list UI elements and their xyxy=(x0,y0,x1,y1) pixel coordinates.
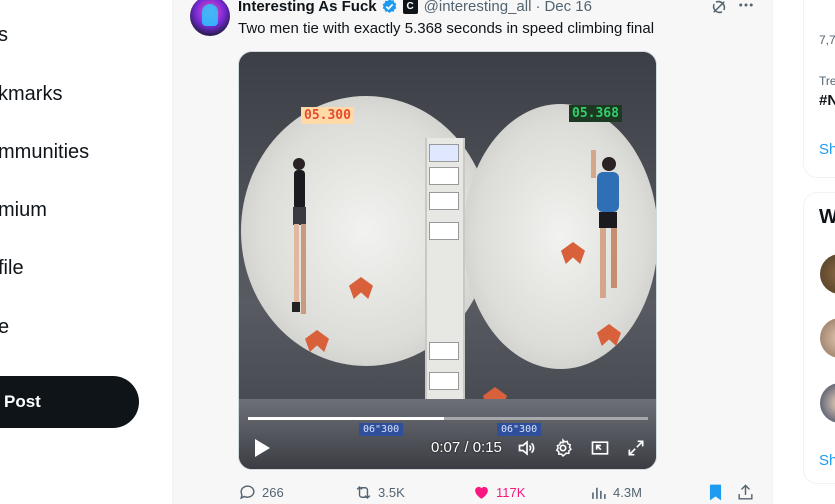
nav-item-profile[interactable]: file xyxy=(0,257,24,280)
post-button[interactable]: Post xyxy=(0,376,139,428)
video-climber-left xyxy=(292,158,306,314)
settings-gear-icon[interactable] xyxy=(553,438,573,458)
repost-icon xyxy=(356,485,371,500)
trend-hashtag[interactable]: #N xyxy=(819,92,835,109)
bookmark-button[interactable] xyxy=(707,483,729,502)
trend-category: Tre xyxy=(819,74,835,88)
show-more-link[interactable]: Sh xyxy=(819,452,835,469)
volume-icon[interactable] xyxy=(517,438,537,458)
picture-in-picture-icon[interactable] xyxy=(590,438,610,458)
nav-item-communities[interactable]: mmunities xyxy=(0,141,89,164)
bookmark-icon xyxy=(709,484,722,501)
analytics-icon xyxy=(592,487,606,499)
share-icon xyxy=(738,484,753,500)
affiliate-badge-icon: C xyxy=(402,0,418,14)
video-scoreboard: 06"300 06"300 xyxy=(239,399,656,469)
scoreboard-right-time: 06"300 xyxy=(497,423,542,436)
video-panel xyxy=(429,372,459,390)
more-options-icon[interactable] xyxy=(737,0,755,14)
view-count: 4.3M xyxy=(613,485,642,500)
video-climber-right xyxy=(591,150,619,298)
tweet-action-bar: 266 3.5K 117K 4.3M xyxy=(238,483,758,503)
video-panel xyxy=(429,144,459,162)
heart-icon xyxy=(475,486,488,499)
video-panel xyxy=(429,222,459,240)
date-separator: · xyxy=(535,0,541,15)
views-button[interactable]: 4.3M xyxy=(589,483,642,502)
author-name[interactable]: Interesting As Fuck xyxy=(238,0,377,15)
author-handle[interactable]: @interesting_all xyxy=(424,0,532,15)
right-sidebar: 7,7 Tre #N Sh W Sh xyxy=(773,0,835,504)
reply-button[interactable]: 266 xyxy=(238,483,284,502)
repost-button[interactable]: 3.5K xyxy=(354,483,405,502)
video-panel xyxy=(429,192,459,210)
like-count: 117K xyxy=(496,485,526,500)
video-progress-fill xyxy=(248,417,444,420)
grok-icon[interactable] xyxy=(710,0,728,16)
video-progress-bar[interactable] xyxy=(248,417,648,420)
scoreboard-left-time: 06"300 xyxy=(359,423,404,436)
video-panel xyxy=(429,167,459,185)
show-more-link[interactable]: Sh xyxy=(819,141,835,158)
nav-item-bookmarks[interactable]: kmarks xyxy=(0,83,62,106)
nav-item-premium[interactable]: mium xyxy=(0,199,47,222)
fullscreen-icon[interactable] xyxy=(626,438,646,458)
trend-count: 7,7 xyxy=(819,33,835,47)
nav-item-more[interactable]: e xyxy=(0,316,9,339)
tweet-date[interactable]: Dec 16 xyxy=(544,0,592,15)
play-icon[interactable] xyxy=(253,438,271,458)
video-player[interactable]: 05.300 05.368 06"300 06"300 0:07 / 0:15 xyxy=(238,51,657,470)
who-to-follow-title: W xyxy=(819,206,835,228)
video-timer-right: 05.368 xyxy=(569,105,622,122)
video-panel xyxy=(429,342,459,360)
reply-icon xyxy=(240,485,255,500)
nav-item-lists[interactable]: s xyxy=(0,24,8,47)
reply-count: 266 xyxy=(262,485,284,500)
tweet-header: Interesting As Fuck C @interesting_all ·… xyxy=(238,0,592,16)
repost-count: 3.5K xyxy=(378,485,405,500)
verified-badge-icon xyxy=(381,0,398,15)
video-timer-left: 05.300 xyxy=(301,107,354,124)
left-nav: s kmarks mmunities mium file e Post xyxy=(0,0,172,504)
tweet-text: Two men tie with exactly 5.368 seconds i… xyxy=(238,20,655,37)
video-time-display: 0:07 / 0:15 xyxy=(431,439,502,456)
share-button[interactable] xyxy=(736,483,760,502)
like-button[interactable]: 117K xyxy=(472,483,525,502)
